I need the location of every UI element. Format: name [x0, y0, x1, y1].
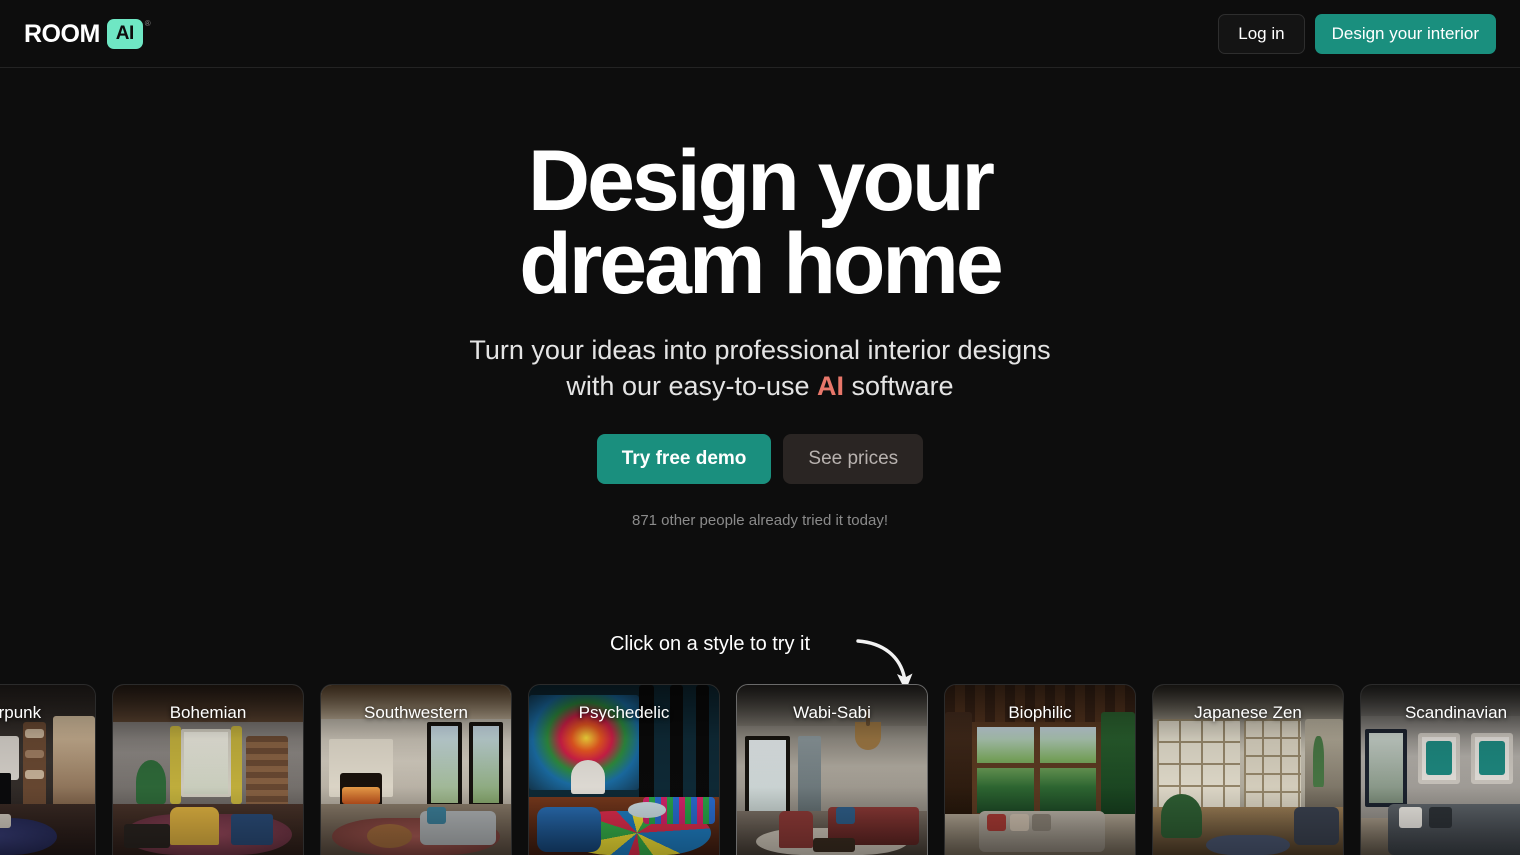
style-card-bohemian[interactable]: Bohemian	[112, 684, 304, 855]
hero-title-line-2: dream home	[519, 216, 1003, 313]
hero-cta-row: Try free demo See prices	[0, 433, 1520, 484]
registered-trademark-icon: ®	[144, 18, 151, 28]
try-free-demo-button[interactable]: Try free demo	[596, 433, 772, 484]
top-navigation-bar: ROOM AI ® Log in Design your interior	[0, 0, 1520, 68]
brand-logo[interactable]: ROOM AI ®	[24, 18, 151, 49]
hero-subtitle-pre: Turn your ideas into professional interi…	[469, 334, 1051, 401]
style-card-label: Japanese Zen	[1194, 703, 1302, 722]
style-card-label: Scandinavian	[1404, 703, 1508, 722]
style-card-japanese-zen[interactable]: Japanese Zen	[1152, 684, 1344, 855]
style-card-southwestern[interactable]: Southwestern	[320, 684, 512, 855]
style-cards-track: Cyberpunk	[0, 684, 1520, 855]
style-card-psychedelic[interactable]: Psychedelic	[528, 684, 720, 855]
style-cards-rail[interactable]: Cyberpunk	[0, 684, 1520, 855]
style-card-scandinavian[interactable]: Scandinavian	[1360, 684, 1520, 855]
logo-ai-badge: AI	[106, 18, 143, 49]
hero-title-line-1: Design your	[528, 133, 995, 229]
hero-subtitle: Turn your ideas into professional interi…	[450, 333, 1070, 405]
header-actions: Log in Design your interior	[1218, 13, 1496, 54]
style-card-wabi-sabi[interactable]: Wabi-Sabi	[736, 684, 928, 855]
style-card-biophilic[interactable]: Biophilic	[944, 684, 1136, 855]
style-card-label: Biophilic	[1008, 703, 1072, 722]
style-card-label: Psychedelic	[578, 703, 670, 722]
page-title: Design your dream home	[440, 138, 1080, 307]
style-card-label: Cyberpunk	[0, 703, 42, 722]
social-proof-text: 871 other people already tried it today!	[631, 511, 888, 529]
hero-subtitle-post: software	[844, 370, 954, 401]
style-card-cyberpunk[interactable]: Cyberpunk	[0, 684, 96, 855]
hero-subtitle-accent: AI	[817, 370, 845, 401]
style-picker-hint: Click on a style to try it	[0, 633, 1520, 656]
see-prices-button[interactable]: See prices	[783, 433, 924, 484]
hero-section: Design your dream home Turn your ideas i…	[0, 68, 1520, 529]
logo-wordmark: ROOM	[24, 19, 100, 48]
style-card-label: Southwestern	[364, 703, 468, 722]
login-button[interactable]: Log in	[1218, 13, 1305, 54]
style-picker-hint-label: Click on a style to try it	[609, 633, 811, 655]
style-card-label: Bohemian	[169, 703, 247, 722]
style-card-label: Wabi-Sabi	[793, 703, 871, 722]
design-your-interior-button[interactable]: Design your interior	[1314, 13, 1496, 54]
